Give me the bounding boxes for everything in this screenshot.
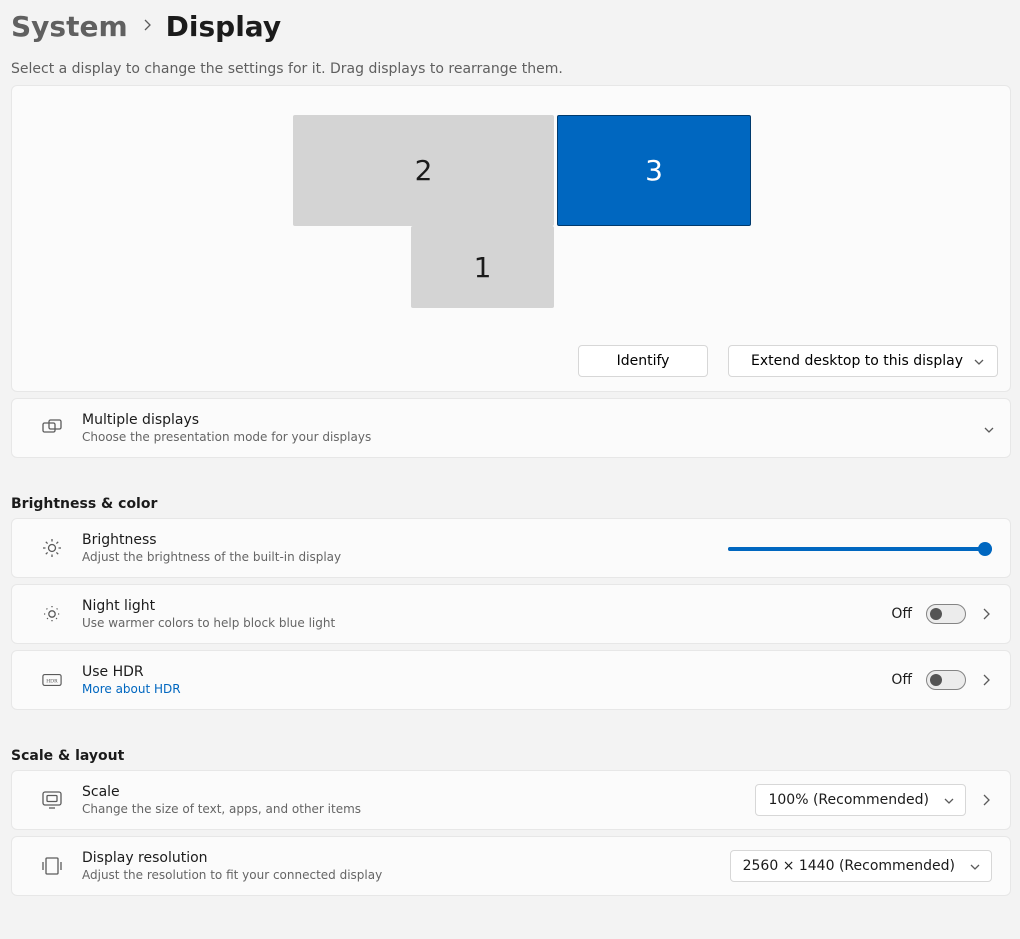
brightness-sub: Adjust the brightness of the built-in di…: [82, 550, 728, 564]
night-light-row[interactable]: Night light Use warmer colors to help bl…: [11, 584, 1011, 644]
scale-row[interactable]: Scale Change the size of text, apps, and…: [11, 770, 1011, 830]
brightness-row: Brightness Adjust the brightness of the …: [11, 518, 1011, 578]
scale-sub: Change the size of text, apps, and other…: [82, 802, 755, 816]
scale-value: 100% (Recommended): [768, 792, 929, 808]
breadcrumb: System Display: [11, 10, 1020, 43]
resolution-value: 2560 × 1440 (Recommended): [743, 858, 955, 874]
chevron-right-icon: [980, 673, 992, 687]
hdr-title: Use HDR: [82, 664, 891, 680]
resolution-row[interactable]: Display resolution Adjust the resolution…: [11, 836, 1011, 896]
chevron-down-icon: [943, 795, 953, 805]
night-light-toggle[interactable]: [926, 604, 966, 624]
chevron-down-icon: [973, 356, 983, 366]
hdr-toggle[interactable]: [926, 670, 966, 690]
breadcrumb-parent[interactable]: System: [11, 10, 128, 43]
page-hint: Select a display to change the settings …: [11, 61, 1020, 77]
hdr-row[interactable]: HDR Use HDR More about HDR Off: [11, 650, 1011, 710]
chevron-down-icon: [982, 423, 992, 433]
page-title: Display: [166, 10, 281, 43]
multiple-displays-sub: Choose the presentation mode for your di…: [82, 430, 982, 444]
display-arrangement-area[interactable]: 2 3 1: [12, 86, 1010, 336]
night-light-icon: [42, 604, 62, 624]
multiple-displays-title: Multiple displays: [82, 412, 982, 428]
chevron-down-icon: [969, 861, 979, 871]
monitor-3[interactable]: 3: [557, 115, 751, 226]
monitor-2[interactable]: 2: [293, 115, 554, 226]
svg-text:HDR: HDR: [46, 679, 58, 685]
projection-mode-value: Extend desktop to this display: [751, 353, 963, 369]
identify-button[interactable]: Identify: [578, 345, 708, 377]
hdr-icon: HDR: [42, 673, 62, 687]
monitor-1[interactable]: 1: [411, 226, 554, 308]
night-light-title: Night light: [82, 598, 891, 614]
night-light-sub: Use warmer colors to help block blue lig…: [82, 616, 891, 630]
chevron-right-icon: [142, 18, 152, 36]
multiple-displays-icon: [42, 419, 62, 437]
hdr-state-label: Off: [891, 672, 912, 688]
resolution-title: Display resolution: [82, 850, 730, 866]
section-scale-layout: Scale & layout: [11, 748, 1020, 764]
chevron-right-icon: [980, 607, 992, 621]
brightness-title: Brightness: [82, 532, 728, 548]
scale-title: Scale: [82, 784, 755, 800]
multiple-displays-row[interactable]: Multiple displays Choose the presentatio…: [11, 398, 1011, 458]
resolution-icon: [42, 857, 62, 875]
chevron-right-icon: [980, 793, 992, 807]
section-brightness-color: Brightness & color: [11, 496, 1020, 512]
display-arrangement-panel: 2 3 1 Identify Extend desktop to this di…: [11, 85, 1011, 392]
hdr-more-link[interactable]: More about HDR: [82, 682, 891, 696]
scale-icon: [42, 791, 62, 809]
scale-select[interactable]: 100% (Recommended): [755, 784, 966, 816]
night-light-state-label: Off: [891, 606, 912, 622]
resolution-sub: Adjust the resolution to fit your connec…: [82, 868, 730, 882]
brightness-slider[interactable]: [728, 541, 992, 555]
brightness-icon: [42, 538, 62, 558]
projection-mode-select[interactable]: Extend desktop to this display: [728, 345, 998, 377]
resolution-select[interactable]: 2560 × 1440 (Recommended): [730, 850, 992, 882]
